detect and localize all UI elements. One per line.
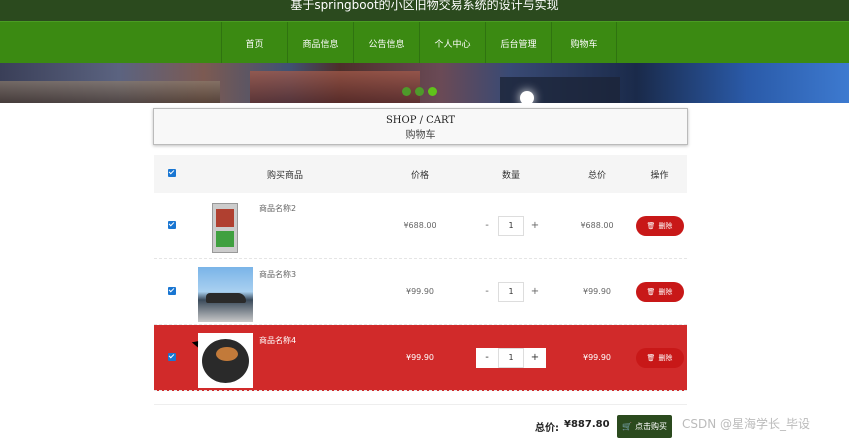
- product-image-fridge[interactable]: [198, 201, 253, 256]
- page-heading-en: SHOP / CART: [385, 115, 456, 126]
- product-price: ¥99.90: [406, 287, 434, 296]
- nav-item-announcements[interactable]: 公告信息: [353, 22, 419, 64]
- site-title: 基于springboot的小区旧物交易系统的设计与实现: [290, 0, 559, 12]
- quantity-stepper: - 1 +: [476, 347, 546, 368]
- trash-icon: 🗑: [646, 353, 656, 362]
- quantity-stepper: - 1 +: [476, 281, 546, 302]
- delete-label: 删除: [658, 221, 673, 230]
- cart-icon: 🛒: [622, 422, 632, 431]
- product-name[interactable]: 商品名称2: [259, 203, 296, 214]
- delete-button[interactable]: 🗑 删除: [635, 215, 684, 236]
- header-product: 购买商品: [266, 170, 303, 181]
- delete-label: 删除: [658, 353, 673, 362]
- page-heading: SHOP / CART 购物车: [153, 108, 688, 145]
- cart-row-selected: 商品名称4 ¥99.90 - 1 + ¥99.90 🗑 删除: [154, 325, 687, 391]
- total-label: 总价:: [535, 423, 559, 434]
- header-operation: 操作: [650, 170, 669, 181]
- delete-label: 删除: [658, 287, 673, 296]
- main-nav: 首页 商品信息 公告信息 个人中心 后台管理 购物车: [0, 21, 849, 64]
- delete-button[interactable]: 🗑 删除: [635, 347, 684, 368]
- product-image-pan[interactable]: [198, 333, 253, 388]
- row-checkbox[interactable]: [168, 220, 176, 229]
- nav-item-home[interactable]: 首页: [221, 22, 287, 64]
- qty-input[interactable]: 1: [498, 215, 524, 236]
- qty-plus-button[interactable]: +: [524, 282, 546, 302]
- qty-plus-button[interactable]: +: [524, 216, 546, 236]
- qty-minus-button[interactable]: -: [476, 216, 498, 236]
- cart-summary: 总价: ¥887.80 🛒 点击购买: [154, 404, 687, 440]
- total-value: ¥887.80: [564, 419, 610, 430]
- nav-item-cart[interactable]: 购物车: [551, 22, 617, 64]
- delete-button[interactable]: 🗑 删除: [635, 281, 684, 302]
- quantity-stepper: - 1 +: [476, 215, 546, 236]
- qty-minus-button[interactable]: -: [476, 282, 498, 302]
- buy-button[interactable]: 🛒 点击购买: [617, 415, 672, 438]
- site-title-bar: 基于springboot的小区旧物交易系统的设计与实现: [0, 0, 849, 21]
- banner-carousel: [0, 63, 849, 103]
- product-price: ¥688.00: [403, 221, 437, 230]
- row-checkbox[interactable]: [168, 352, 176, 361]
- page-heading-cn: 购物车: [405, 130, 436, 141]
- buy-label: 点击购买: [634, 422, 667, 431]
- row-checkbox[interactable]: [168, 286, 176, 295]
- header-total: 总价: [587, 170, 606, 181]
- product-image-car[interactable]: [198, 267, 253, 322]
- qty-plus-button[interactable]: +: [524, 348, 546, 368]
- nav-item-products[interactable]: 商品信息: [287, 22, 353, 64]
- product-name[interactable]: 商品名称4: [259, 335, 296, 346]
- carousel-indicators: [402, 87, 437, 96]
- nav-item-profile[interactable]: 个人中心: [419, 22, 485, 64]
- banner-image-building: [500, 77, 620, 103]
- nav-item-admin[interactable]: 后台管理: [485, 22, 551, 64]
- carousel-dot[interactable]: [402, 87, 411, 96]
- trash-icon: 🗑: [646, 221, 656, 230]
- row-total: ¥688.00: [580, 221, 614, 230]
- qty-minus-button[interactable]: -: [476, 348, 498, 368]
- qty-input[interactable]: 1: [498, 281, 524, 302]
- cart-row: 商品名称2 ¥688.00 - 1 + ¥688.00 🗑 删除: [154, 193, 687, 259]
- row-total: ¥99.90: [583, 287, 611, 296]
- cart-table: 购买商品 价格 数量 总价 操作 商品名称2 ¥688.00 - 1 + ¥68…: [154, 155, 687, 391]
- qty-input[interactable]: 1: [498, 347, 524, 368]
- banner-image-light: [520, 91, 534, 103]
- carousel-dot-active[interactable]: [428, 87, 437, 96]
- header-qty: 数量: [501, 170, 520, 181]
- product-price: ¥99.90: [406, 353, 434, 362]
- banner-image-building: [250, 71, 420, 103]
- banner-image-building: [0, 81, 220, 103]
- row-total: ¥99.90: [583, 353, 611, 362]
- carousel-dot[interactable]: [415, 87, 424, 96]
- watermark: CSDN @星海学长_毕设: [682, 417, 811, 431]
- header-price: 价格: [410, 170, 429, 181]
- select-all-checkbox[interactable]: [168, 168, 176, 177]
- trash-icon: 🗑: [646, 287, 656, 296]
- cart-table-header: 购买商品 价格 数量 总价 操作: [154, 155, 687, 193]
- product-name[interactable]: 商品名称3: [259, 269, 296, 280]
- cart-row: 商品名称3 ¥99.90 - 1 + ¥99.90 🗑 删除: [154, 259, 687, 325]
